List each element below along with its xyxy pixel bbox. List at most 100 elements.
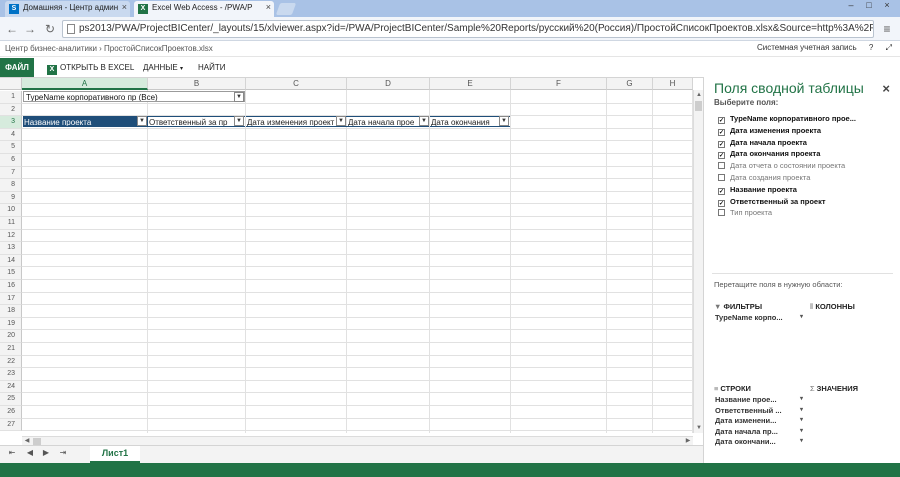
- row-header[interactable]: 14: [0, 254, 22, 268]
- filters-area-item[interactable]: TypeName корпо... ▾: [715, 313, 803, 322]
- row-header[interactable]: 17: [0, 292, 22, 306]
- row-header[interactable]: 18: [0, 305, 22, 318]
- pivot-field-checkbox[interactable]: Дата создания проекта: [718, 172, 810, 184]
- spreadsheet-grid[interactable]: ABCDEFGH 1 2 3 4 5 6 7 8 9 10 11 12 13 14 15 16 17 18 19 20…: [0, 77, 703, 445]
- minimize-button[interactable]: –: [842, 0, 860, 10]
- row-header[interactable]: 4: [0, 128, 22, 142]
- rows-area-item[interactable]: Дата окончани... ▾: [715, 437, 803, 446]
- filter-dropdown-icon[interactable]: ▼: [234, 92, 244, 102]
- row-header[interactable]: 23: [0, 368, 22, 381]
- header-start-date[interactable]: Дата начала прое: [347, 116, 429, 127]
- row-header[interactable]: 6: [0, 154, 22, 167]
- close-icon[interactable]: ×: [882, 81, 890, 96]
- first-sheet-icon[interactable]: ⇤: [6, 448, 18, 457]
- dropdown-icon[interactable]: ▼: [336, 116, 346, 126]
- pivot-field-checkbox[interactable]: ✓ Дата изменения проекта: [718, 125, 821, 137]
- vertical-scroll-thumb[interactable]: [695, 101, 702, 111]
- find-button[interactable]: НАЙТИ: [198, 58, 226, 77]
- sheet-tab-active[interactable]: Лист1: [90, 446, 140, 463]
- rows-area-item[interactable]: Ответственный ... ▾: [715, 406, 803, 415]
- header-owner[interactable]: Ответственный за пр: [148, 116, 245, 127]
- column-header-a[interactable]: A: [22, 78, 148, 90]
- prev-sheet-icon[interactable]: ◀: [24, 448, 36, 457]
- dropdown-icon[interactable]: ▼: [234, 116, 244, 126]
- row-header[interactable]: 22: [0, 355, 22, 369]
- row-header[interactable]: 11: [0, 217, 22, 230]
- rows-area-item[interactable]: Дата изменени... ▾: [715, 416, 803, 425]
- close-icon[interactable]: ×: [122, 2, 127, 12]
- back-arrow-icon[interactable]: ←: [4, 21, 20, 37]
- row-header[interactable]: 7: [0, 166, 22, 180]
- row-header[interactable]: 5: [0, 141, 22, 154]
- column-header-b[interactable]: B: [148, 78, 246, 90]
- row-header[interactable]: 20: [0, 330, 22, 343]
- row-header[interactable]: 16: [0, 280, 22, 293]
- reload-icon[interactable]: ↻: [42, 21, 58, 37]
- checkmark-icon[interactable]: ✓: [718, 128, 725, 136]
- close-icon[interactable]: ×: [266, 2, 271, 12]
- maximize-button[interactable]: □: [860, 0, 878, 10]
- checkbox-empty-icon[interactable]: [718, 209, 725, 217]
- column-header-g[interactable]: G: [607, 78, 653, 90]
- browser-tab-1[interactable]: S Домашняя - Центр админ ×: [5, 1, 130, 17]
- dropdown-icon[interactable]: ▼: [419, 116, 429, 126]
- row-header[interactable]: 27: [0, 418, 22, 432]
- new-tab-button[interactable]: [275, 3, 297, 15]
- row-header[interactable]: 26: [0, 406, 22, 419]
- column-header-h[interactable]: H: [653, 78, 693, 90]
- fullscreen-icon[interactable]: ⤢: [886, 43, 892, 52]
- checkmark-icon[interactable]: ✓: [718, 117, 725, 124]
- pivot-field-checkbox[interactable]: ✓ TypeName корпоративного прое...: [718, 113, 856, 125]
- select-all-corner[interactable]: [0, 78, 22, 90]
- row-header[interactable]: 13: [0, 242, 22, 255]
- horizontal-scroll-thumb[interactable]: [33, 438, 41, 445]
- checkbox-empty-icon[interactable]: [718, 174, 725, 181]
- pivot-field-checkbox[interactable]: ✓ Название проекта: [718, 184, 797, 196]
- row-header[interactable]: 8: [0, 179, 22, 192]
- column-header-e[interactable]: E: [430, 78, 511, 90]
- window-close-button[interactable]: ×: [878, 0, 896, 10]
- column-header-c[interactable]: C: [246, 78, 347, 90]
- url-input[interactable]: ps2013/PWA/ProjectBICenter/_layouts/15/x…: [62, 20, 874, 38]
- breadcrumb[interactable]: Центр бизнес-аналитики › ПростойСписокПр…: [5, 44, 213, 53]
- data-menu[interactable]: ДАННЫЕ ▾: [143, 58, 183, 77]
- last-sheet-icon[interactable]: ⇥: [57, 448, 69, 457]
- dropdown-icon[interactable]: ▼: [137, 116, 147, 126]
- pivot-field-checkbox[interactable]: Дата отчета о состоянии проекта: [718, 160, 845, 172]
- row-header[interactable]: 10: [0, 204, 22, 217]
- checkmark-icon[interactable]: ✓: [718, 199, 725, 207]
- checkbox-empty-icon[interactable]: [718, 162, 725, 170]
- dropdown-icon[interactable]: ▼: [499, 116, 509, 126]
- row-header[interactable]: 24: [0, 380, 22, 394]
- checkmark-icon[interactable]: ✓: [718, 152, 725, 160]
- row-header[interactable]: 25: [0, 393, 22, 406]
- row-header[interactable]: 9: [0, 191, 22, 205]
- horizontal-scrollbar[interactable]: ◀ ▶: [22, 436, 693, 445]
- next-sheet-icon[interactable]: ▶: [40, 448, 52, 457]
- column-header-d[interactable]: D: [347, 78, 430, 90]
- row-header[interactable]: 21: [0, 343, 22, 356]
- help-icon[interactable]: ?: [869, 43, 873, 52]
- account-link[interactable]: Системная учетная запись: [757, 43, 857, 52]
- pivot-field-checkbox[interactable]: ✓ Дата окончания проекта: [718, 148, 820, 160]
- checkmark-icon[interactable]: ✓: [718, 140, 725, 148]
- pivot-field-checkbox[interactable]: ✓ Ответственный за проект: [718, 196, 826, 208]
- row-header[interactable]: 15: [0, 267, 22, 280]
- header-modified-date[interactable]: Дата изменения проект: [246, 116, 347, 127]
- header-project-name[interactable]: Название проекта: [23, 116, 148, 127]
- browser-tab-2[interactable]: X Excel Web Access - /PWA/P ×: [134, 1, 274, 17]
- row-header[interactable]: 19: [0, 317, 22, 331]
- vertical-scrollbar[interactable]: ▲ ▼: [693, 90, 703, 433]
- browser-menu-icon[interactable]: ≡: [880, 22, 894, 36]
- open-in-excel-button[interactable]: X ОТКРЫТЬ В EXCEL: [47, 58, 134, 77]
- forward-arrow-icon[interactable]: →: [22, 21, 38, 37]
- row-header[interactable]: 12: [0, 229, 22, 243]
- file-button[interactable]: ФАЙЛ: [0, 58, 34, 77]
- row-header[interactable]: 2: [0, 103, 22, 117]
- column-header-f[interactable]: F: [511, 78, 607, 90]
- rows-area-item[interactable]: Дата начала пр... ▾: [715, 427, 803, 436]
- pivot-field-checkbox[interactable]: Тип проекта: [718, 207, 772, 219]
- row-header[interactable]: 3: [0, 116, 22, 129]
- rows-area-item[interactable]: Название прое... ▾: [715, 395, 803, 404]
- header-finish-date[interactable]: Дата окончания: [430, 116, 510, 127]
